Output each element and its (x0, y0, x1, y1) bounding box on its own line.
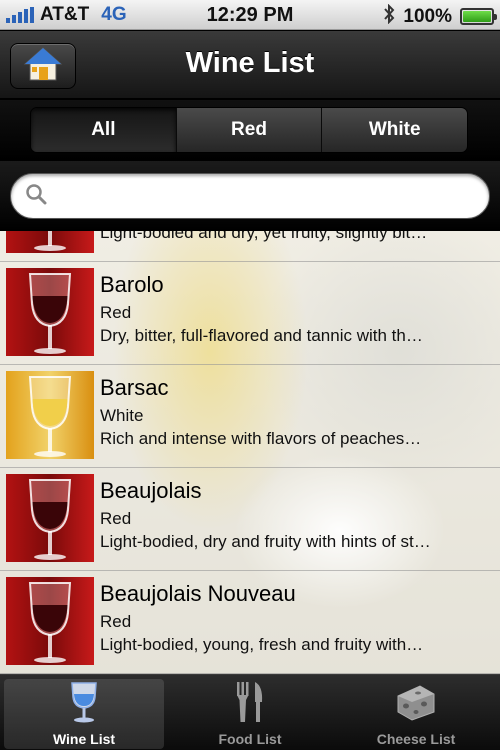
wine-list-rows: Light-bodied and dry, yet fruity, slight… (0, 231, 500, 674)
segment-red[interactable]: Red (175, 108, 322, 152)
status-right: 100% (383, 3, 497, 29)
red-wine-glass-image (6, 474, 94, 562)
list-item[interactable]: Light-bodied and dry, yet fruity, slight… (0, 231, 500, 262)
wine-glass-icon (69, 679, 99, 725)
wine-description: Light-bodied, young, fresh and fruity wi… (100, 635, 424, 654)
cheese-icon (394, 679, 438, 725)
tab-wine-list[interactable]: Wine List (4, 679, 164, 749)
list-item[interactable]: Beaujolais Nouveau Red Light-bodied, young… (0, 571, 500, 674)
wine-name: Beaujolais Nouveau (100, 581, 296, 606)
search-input[interactable] (53, 176, 489, 216)
list-item[interactable]: Barsac White Rich and intense with flavors… (0, 365, 500, 468)
wine-name: Barsac (100, 375, 169, 400)
wine-description: Light-bodied, dry and fruity with hints … (100, 532, 431, 551)
fork-knife-icon (233, 679, 267, 725)
red-wine-glass-image (6, 231, 94, 253)
battery-percent: 100% (403, 5, 452, 27)
tab-label: Food List (218, 731, 282, 747)
segment-all[interactable]: All (31, 108, 176, 152)
page-title: Wine List (185, 47, 315, 79)
red-wine-glass-image (6, 577, 94, 665)
wine-type: Red (100, 509, 132, 528)
wine-type: Red (100, 612, 132, 631)
status-bar: AT&T 4G 12:29 PM 100% (0, 0, 500, 30)
segment-white[interactable]: White (321, 108, 467, 152)
battery-icon (460, 8, 497, 25)
filter-bar: All Red White (0, 100, 500, 160)
tab-label: Wine List (52, 731, 116, 747)
list-item[interactable]: Barolo Red Dry, bitter, full-flavored and … (0, 262, 500, 365)
wine-list[interactable]: Light-bodied and dry, yet fruity, slight… (0, 231, 500, 674)
wine-description: Light-bodied and dry, yet fruity, slight… (100, 231, 428, 242)
wine-type-segmented-control: All Red White (30, 107, 468, 153)
navigation-bar: Wine List (0, 31, 500, 99)
tab-bar: Wine List Food List Cheese List (0, 674, 500, 750)
bluetooth-icon (383, 3, 395, 29)
white-wine-glass-image (6, 371, 94, 459)
wine-type: Red (100, 303, 132, 322)
wine-name: Barolo (100, 272, 164, 297)
wine-type: White (100, 406, 144, 425)
search-icon (25, 183, 47, 210)
tab-food-list[interactable]: Food List (170, 679, 330, 749)
tab-label: Cheese List (376, 731, 456, 747)
list-item[interactable]: Beaujolais Red Light-bodied, dry and fruit… (0, 468, 500, 571)
wine-name: Beaujolais (100, 478, 202, 503)
search-bar (0, 161, 500, 231)
tab-cheese-list[interactable]: Cheese List (336, 679, 496, 749)
red-wine-glass-image (6, 268, 94, 356)
wine-description: Dry, bitter, full-flavored and tannic wi… (100, 326, 423, 345)
wine-description: Rich and intense with flavors of peaches… (100, 429, 422, 448)
search-field[interactable] (10, 173, 490, 219)
